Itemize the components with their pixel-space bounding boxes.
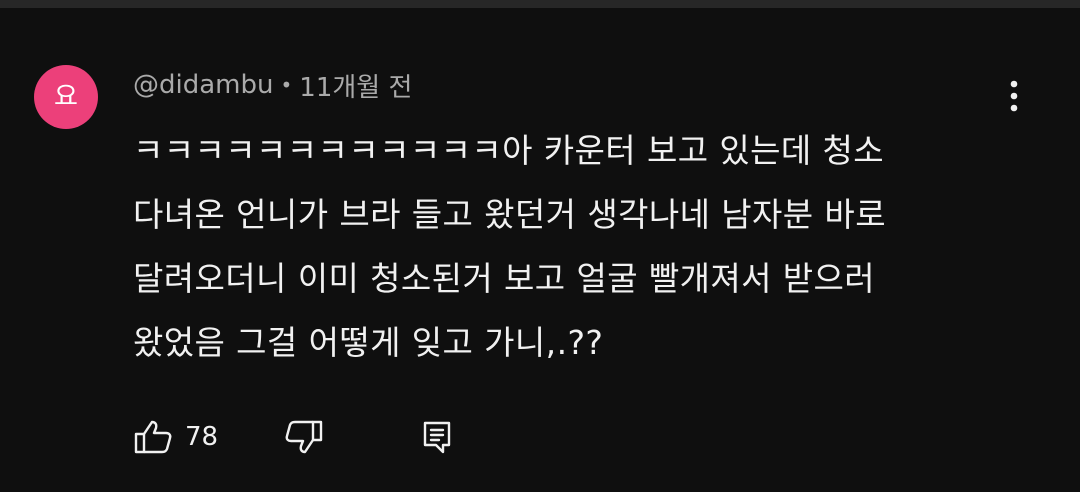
comment-header: @didambu • 11개월 전 (133, 66, 412, 104)
reply-comment-icon (423, 421, 451, 454)
author-name[interactable]: @didambu (133, 70, 273, 100)
comment-text-line: ㅋㅋㅋㅋㅋㅋㅋㅋㅋㅋㅋㅋ아 카운터 보고 있는데 청소 (133, 131, 885, 170)
comment-actions: 78 (133, 413, 453, 461)
meta-separator: • (280, 73, 293, 97)
like-count: 78 (185, 422, 219, 452)
comment-text-line: 왔었음 그걸 어떻게 잊고 가니,.?? (133, 323, 604, 362)
comment-text-line: 달려오더니 이미 청소된거 보고 얼굴 빨개져서 받으러 (133, 259, 876, 298)
comment-text-line: 다녀온 언니가 브라 들고 왔던거 생각나네 남자분 바로 (133, 195, 886, 234)
avatar[interactable]: 요 (34, 65, 98, 129)
comment-item: 요 @didambu • 11개월 전 ㅋㅋㅋㅋㅋㅋㅋㅋㅋㅋㅋㅋ아 카운터 보고… (0, 8, 1080, 492)
like-button[interactable]: 78 (133, 413, 218, 461)
thumb-up-icon (134, 420, 172, 454)
reply-button[interactable] (421, 413, 453, 461)
top-divider (0, 0, 1080, 8)
thumb-down-icon (285, 420, 323, 454)
avatar-initial: 요 (54, 82, 78, 112)
comment-timestamp[interactable]: 11개월 전 (299, 67, 412, 104)
comment-text: ㅋㅋㅋㅋㅋㅋㅋㅋㅋㅋㅋㅋ아 카운터 보고 있는데 청소 다녀온 언니가 브라 들… (133, 119, 1033, 375)
dislike-button[interactable] (284, 413, 324, 461)
more-vert-icon (1010, 80, 1018, 112)
more-options-button[interactable] (994, 76, 1034, 116)
